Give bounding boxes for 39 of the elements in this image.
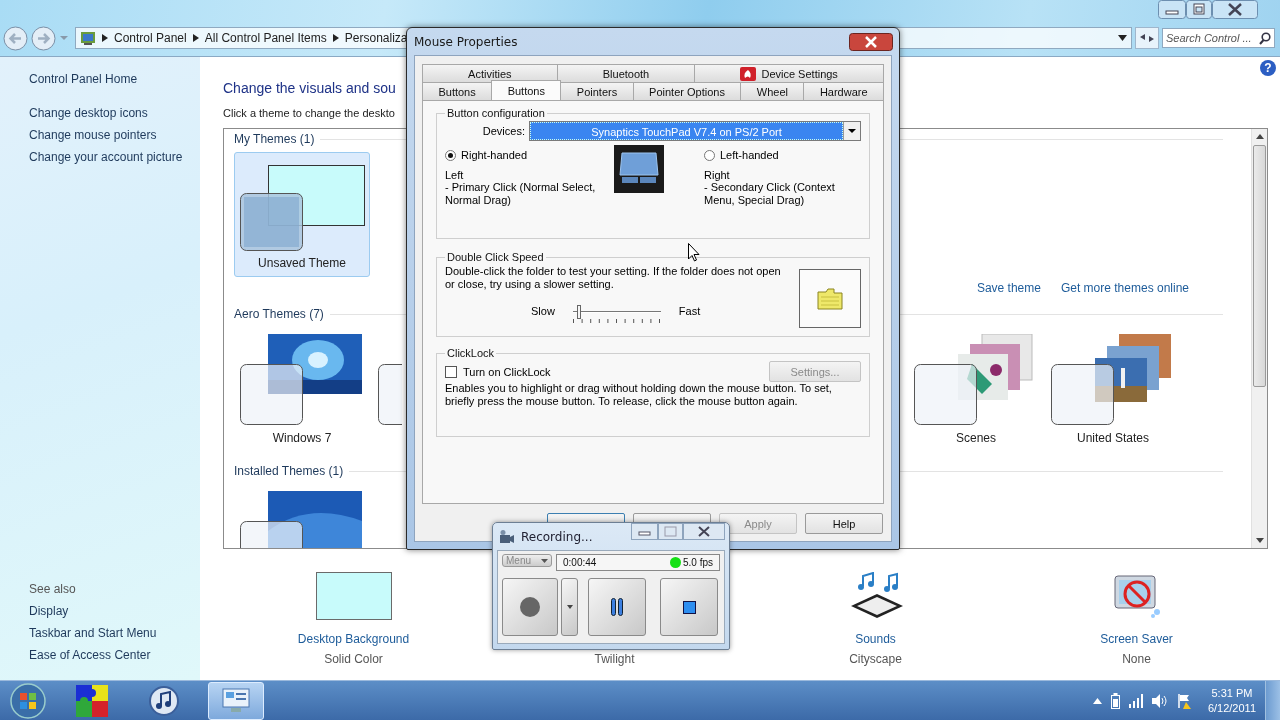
button-name: Right (704, 169, 731, 181)
clicklock-description: Enables you to highlight or drag without holding down the mouse button. To set, briefly press the mouse button. To release, click the mouse button again. (445, 382, 832, 407)
theme-name: United States (1076, 431, 1149, 445)
setting-value: None (1122, 652, 1151, 666)
dialog-title: Mouse Properties (414, 34, 518, 49)
tab-label: Pointer Options (649, 85, 725, 98)
group-title: Double Click Speed (446, 251, 545, 263)
tab-label: Buttons (438, 85, 476, 98)
button-name: Left (445, 169, 465, 181)
group-title: Installed Themes (1) (234, 464, 344, 478)
elapsed-time: 0:00:44 (563, 557, 597, 568)
devices-label: Devices: (481, 125, 525, 137)
button-description: - Primary Click (Normal Select, Normal Drag) (445, 181, 597, 207)
see-also-title: See also (29, 582, 76, 596)
theme-name: Scenes (956, 431, 996, 445)
group-title: My Themes (1) (234, 132, 315, 146)
fast-label: Fast (678, 305, 701, 317)
tab-label: Hardware (819, 85, 868, 98)
page-heading: Change the visuals and sou (223, 79, 396, 98)
tab-label: Device Settings (761, 67, 838, 80)
page-description: Click a theme to change the deskto (223, 107, 395, 119)
group-title: ClickLock (446, 347, 496, 359)
tab-label: Wheel (756, 85, 788, 98)
theme-name: Unsaved Theme (258, 256, 346, 270)
instructions-text: Double-click the folder to test your setting. If the folder does not open or close, try using a slower setting. (445, 265, 782, 291)
tab-label: Pointers (576, 85, 618, 98)
group-title: Aero Themes (7) (234, 307, 324, 321)
slow-label: Slow (531, 305, 555, 317)
frame-rate: 5.0 fps (682, 557, 713, 568)
tab-label: Bluetooth (602, 67, 650, 80)
setting-value: Twilight (594, 652, 635, 666)
group-title: Button configuration (446, 107, 546, 119)
setting-value: Cityscape (849, 652, 902, 666)
recorder-title: Recording... (521, 529, 593, 544)
setting-value: Solid Color (324, 652, 383, 666)
tab-label: Buttons (507, 84, 545, 97)
tab-label: Activities (468, 67, 512, 80)
theme-name: Windows 7 (272, 431, 332, 445)
button-description: - Secondary Click (Context Menu, Special Drag) (704, 181, 836, 207)
